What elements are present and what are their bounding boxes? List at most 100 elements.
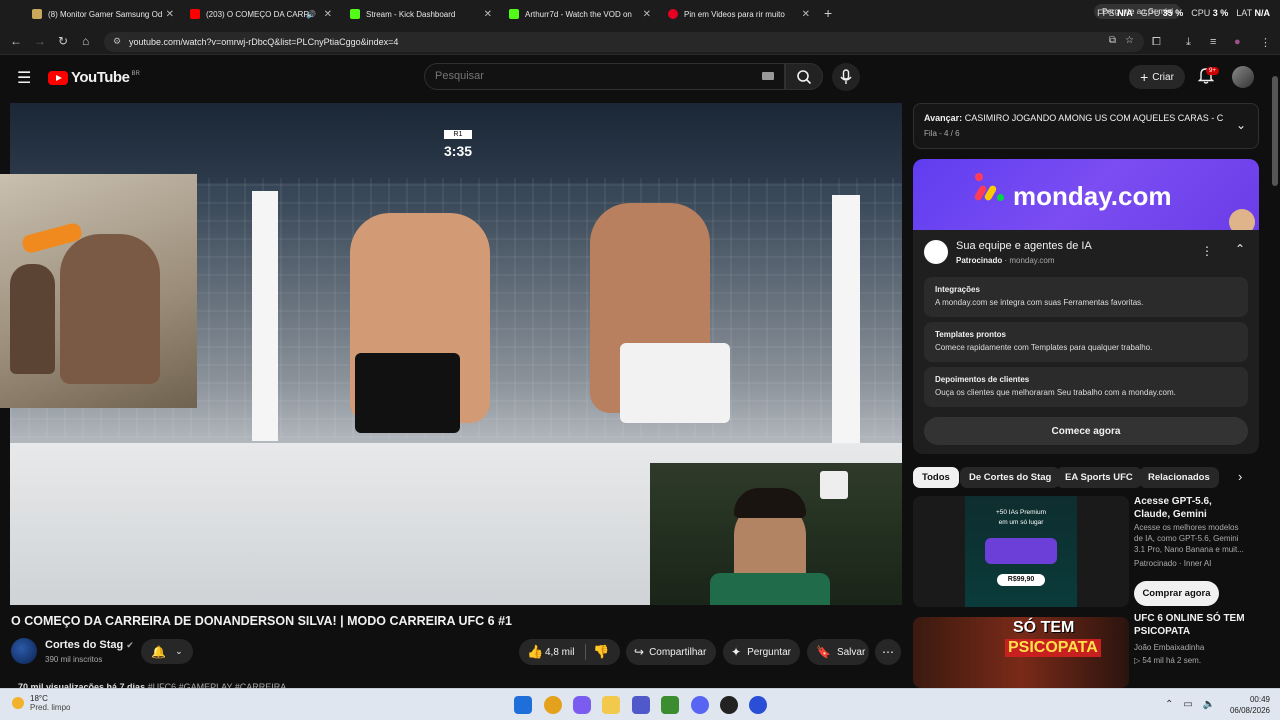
- extensions-icon[interactable]: ⧠: [1152, 36, 1161, 49]
- video-title: O COMEÇO DA CARREIRA DE DONANDERSON SILV…: [11, 614, 512, 628]
- ad-feature-item[interactable]: Templates prontos Comece rapidamente com…: [924, 322, 1248, 362]
- close-tab-icon[interactable]: ✕: [166, 9, 174, 20]
- rec-sponsored: Patrocinado · Inner AI: [1134, 559, 1212, 568]
- back-icon[interactable]: ←: [10, 34, 22, 48]
- channel-avatar[interactable]: [11, 638, 37, 664]
- more-options-icon[interactable]: ⋮: [1201, 244, 1213, 258]
- keyboard-icon[interactable]: [762, 72, 774, 80]
- close-tab-icon[interactable]: ✕: [484, 9, 492, 20]
- voice-search-button[interactable]: [832, 63, 860, 91]
- youtube-plaque-icon: [820, 471, 848, 499]
- ad-feature-item[interactable]: Integrações A monday.com se integra com …: [924, 277, 1248, 317]
- weather-widget[interactable]: 18°C Pred. limpo: [12, 694, 70, 712]
- bookmark-star-icon[interactable]: ☆: [1125, 35, 1134, 46]
- network-icon[interactable]: ▭: [1183, 699, 1192, 710]
- channel-name[interactable]: Cortes do Stag ✔: [45, 639, 134, 651]
- download-icon[interactable]: ⤓: [1186, 36, 1191, 49]
- youtube-header: ☰ YouTube BR + Criar 9+: [0, 56, 1280, 98]
- rec-channel[interactable]: João Embaixadinha: [1134, 642, 1246, 653]
- chevron-down-icon[interactable]: ⌄: [1236, 118, 1246, 132]
- reload-icon[interactable]: ↻: [58, 34, 68, 48]
- scrollbar-thumb[interactable]: [1272, 76, 1278, 186]
- page-scrollbar[interactable]: [1270, 56, 1280, 688]
- browser-tab[interactable]: Pin em Videos para rir muito ✕: [668, 3, 810, 25]
- rec-title[interactable]: UFC 6 ONLINE SÓ TEM PSICOPATA: [1134, 612, 1246, 638]
- site-info-icon[interactable]: ⚙: [113, 36, 121, 47]
- ask-button[interactable]: ✦ Perguntar: [723, 639, 800, 665]
- ad-cta-button[interactable]: Comece agora: [924, 417, 1248, 445]
- forward-icon[interactable]: →: [34, 34, 46, 48]
- address-bar[interactable]: ⚙ youtube.com/watch?v=omrwj-rDbcQ&list=P…: [104, 32, 1144, 52]
- windows-start-icon[interactable]: [514, 696, 532, 714]
- ad-banner[interactable]: monday.com: [913, 159, 1259, 230]
- ad-title[interactable]: Sua equipe e agentes de IA: [956, 240, 1092, 252]
- home-icon[interactable]: ⌂: [82, 34, 89, 48]
- app-icon[interactable]: [720, 696, 738, 714]
- profile-icon[interactable]: ●: [1234, 36, 1241, 48]
- create-button[interactable]: + Criar: [1129, 65, 1185, 89]
- verified-icon: ✔: [126, 640, 134, 650]
- tab-favicon-icon: [32, 9, 42, 19]
- app-icon[interactable]: [661, 696, 679, 714]
- browser-tab[interactable]: (8) Monitor Gamer Samsung Od ✕: [32, 3, 174, 25]
- chevron-up-icon[interactable]: ⌃: [1235, 242, 1245, 256]
- share-button[interactable]: ↪ Compartilhar: [626, 639, 716, 665]
- close-tab-icon[interactable]: ✕: [324, 9, 332, 20]
- system-clock[interactable]: 00:49 06/08/2026: [1230, 694, 1270, 716]
- rec-thumbnail[interactable]: +50 IAs Premium em um só lugar R$99,90: [913, 496, 1129, 607]
- thumbnail-text: em um só lugar: [998, 519, 1044, 526]
- new-tab-button[interactable]: +: [824, 5, 832, 21]
- app-icons-cluster: [985, 538, 1057, 564]
- thumbnail-text: SÓ TEM: [1013, 619, 1075, 636]
- clock-time: 00:49: [1249, 695, 1270, 704]
- teams-icon[interactable]: [632, 696, 650, 714]
- rec-thumbnail[interactable]: SÓ TEM PSICOPATA: [913, 617, 1129, 688]
- chrome-icon[interactable]: [544, 696, 562, 714]
- volume-icon[interactable]: 🔈: [1203, 699, 1215, 710]
- like-count[interactable]: 4,8 mil: [545, 647, 574, 658]
- fight-timer: R1 3:35: [444, 130, 473, 159]
- more-actions-button[interactable]: ⋯: [875, 639, 901, 665]
- chip-related[interactable]: Relacionados: [1139, 467, 1219, 488]
- youtube-logo[interactable]: YouTube BR: [48, 69, 140, 86]
- search-button[interactable]: [785, 63, 823, 90]
- queue-position: Fila - 4 / 6: [924, 129, 960, 138]
- ad-feature-item[interactable]: Depoimentos de clientes Ouça os clientes…: [924, 367, 1248, 407]
- media-control-icon[interactable]: ≡: [1210, 36, 1216, 48]
- save-button[interactable]: 🔖 Salvar: [807, 639, 869, 665]
- audio-icon[interactable]: 🔊: [306, 10, 316, 19]
- cast-icon[interactable]: ⧉: [1109, 35, 1116, 46]
- search-icon: [797, 69, 812, 84]
- discord-icon[interactable]: [691, 696, 709, 714]
- file-explorer-icon[interactable]: [602, 696, 620, 714]
- youtube-wordmark: YouTube: [71, 69, 130, 86]
- browser-tab[interactable]: Arthurr7d - Watch the VOD on ✕: [509, 3, 651, 25]
- subscription-bell-button[interactable]: 🔔 ⌄: [141, 639, 193, 664]
- chevron-up-icon[interactable]: ⌃: [1165, 699, 1173, 710]
- rec-title[interactable]: Acesse GPT-5.6, Claude, Gemini: [1134, 495, 1246, 521]
- feature-description: Ouça os clientes que melhoraram Seu trab…: [935, 388, 1176, 397]
- ea-app-icon[interactable]: [749, 696, 767, 714]
- hamburger-menu-icon[interactable]: ☰: [17, 68, 31, 88]
- browser-tab[interactable]: Stream - Kick Dashboard ✕: [350, 3, 492, 25]
- account-avatar[interactable]: [1232, 66, 1254, 88]
- tab-favicon-icon: [190, 9, 200, 19]
- browser-tab-active[interactable]: (203) O COMEÇO DA CARR 🔊 ✕: [190, 3, 332, 25]
- chip-all[interactable]: Todos: [913, 467, 959, 488]
- like-icon[interactable]: 👍: [527, 644, 543, 660]
- buy-now-button[interactable]: Comprar agora: [1134, 581, 1219, 606]
- clock-date: 06/08/2026: [1229, 706, 1270, 715]
- dislike-icon[interactable]: 👎: [593, 644, 609, 660]
- copilot-icon[interactable]: [573, 696, 591, 714]
- advertiser-logo[interactable]: [924, 240, 948, 264]
- menu-dots-icon[interactable]: ⋮: [1260, 36, 1271, 49]
- share-icon: ↪: [634, 645, 645, 659]
- playlist-queue-panel[interactable]: Avançar: CASIMIRO JOGANDO AMONG US COM A…: [913, 103, 1259, 149]
- chip-ea-sports-ufc[interactable]: EA Sports UFC: [1056, 467, 1142, 488]
- tab-favicon-icon: [350, 9, 360, 19]
- search-input[interactable]: [435, 70, 735, 82]
- chip-channel[interactable]: De Cortes do Stag: [960, 467, 1061, 488]
- chevron-right-icon[interactable]: ›: [1238, 469, 1242, 484]
- close-tab-icon[interactable]: ✕: [802, 9, 810, 20]
- close-tab-icon[interactable]: ✕: [643, 9, 651, 20]
